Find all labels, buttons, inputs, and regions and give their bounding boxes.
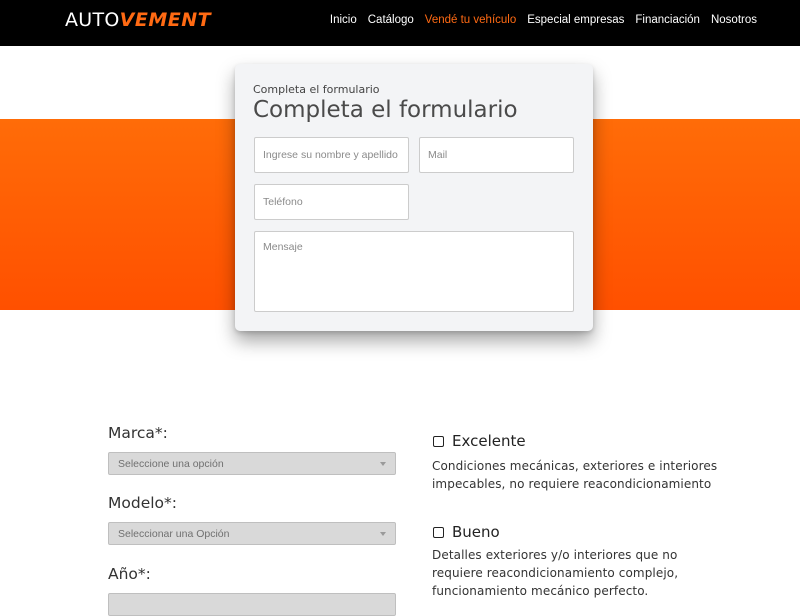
model-select[interactable]: Seleccionar una Opción: [108, 522, 396, 545]
bueno-label: Bueno: [452, 523, 500, 541]
message-textarea[interactable]: [254, 231, 574, 312]
mail-input[interactable]: [419, 137, 574, 173]
nav-links: Inicio Catálogo Vendé tu vehículo Especi…: [330, 13, 757, 27]
chevron-down-icon: [380, 462, 386, 466]
model-select-value: Seleccionar una Opción: [118, 528, 230, 540]
excelente-checkbox[interactable]: [433, 436, 444, 447]
phone-input[interactable]: [254, 184, 409, 220]
brand-label: Marca*:: [108, 424, 168, 442]
nav-item-inicio[interactable]: Inicio: [330, 13, 357, 27]
form-title: Completa el formulario: [253, 97, 518, 123]
brand-select-value: Seleccione una opción: [118, 458, 224, 470]
form-subheading: Completa el formulario: [253, 83, 380, 96]
nav-item-vende-tu-vehiculo[interactable]: Vendé tu vehículo: [425, 13, 516, 27]
chevron-down-icon: [380, 532, 386, 536]
nav-item-nosotros[interactable]: Nosotros: [711, 13, 757, 27]
nav-item-catalogo[interactable]: Catálogo: [368, 13, 414, 27]
bueno-checkbox[interactable]: [433, 527, 444, 538]
nav-item-financiacion[interactable]: Financiación: [635, 13, 700, 27]
contact-form-card: Completa el formulario Completa el formu…: [235, 64, 593, 331]
excelente-description: Condiciones mecánicas, exteriores e inte…: [432, 459, 718, 491]
logo-text-orange: VEMENT: [119, 9, 212, 31]
brand-logo[interactable]: AUTOVEMENT: [65, 9, 211, 31]
year-select[interactable]: [108, 593, 396, 616]
bueno-description: Detalles exteriores y/o interiores que n…: [432, 548, 679, 598]
model-label: Modelo*:: [108, 494, 177, 512]
top-navbar: AUTOVEMENT Inicio Catálogo Vendé tu vehí…: [0, 0, 800, 46]
nav-item-especial-empresas[interactable]: Especial empresas: [527, 13, 624, 27]
logo-text-white: AUTO: [65, 9, 120, 31]
year-label: Año*:: [108, 565, 151, 583]
name-input[interactable]: [254, 137, 409, 173]
brand-select[interactable]: Seleccione una opción: [108, 452, 396, 475]
excelente-label: Excelente: [452, 432, 526, 450]
